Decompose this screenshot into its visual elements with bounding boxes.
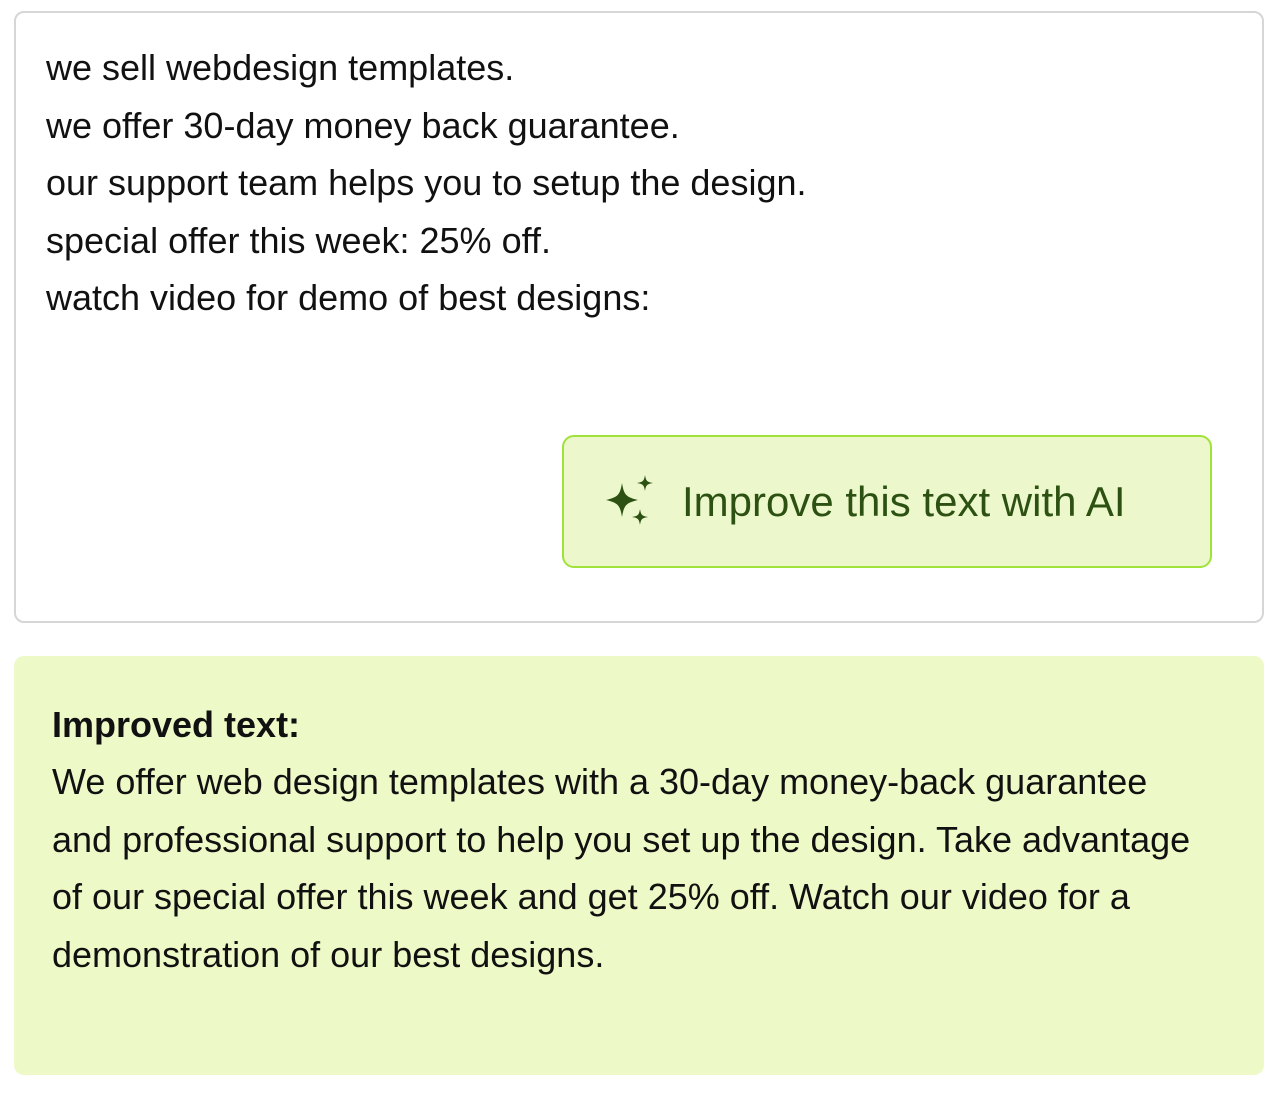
text-editor[interactable]: we sell webdesign templates. we offer 30… bbox=[14, 11, 1264, 623]
editor-line: we offer 30-day money back guarantee. bbox=[46, 104, 680, 146]
improved-text-body: We offer web design templates with a 30-… bbox=[52, 761, 1191, 975]
improved-text-panel: Improved text: We offer web design templ… bbox=[14, 656, 1264, 1075]
editor-line: our support team helps you to setup the … bbox=[46, 162, 807, 203]
editor-line: special offer this week: 25% off. bbox=[46, 219, 551, 261]
editor-line: watch video for demo of best designs: bbox=[46, 277, 651, 318]
editor-text-content[interactable]: we sell webdesign templates. we offer 30… bbox=[46, 39, 806, 327]
sparkle-icon bbox=[606, 474, 653, 525]
improve-with-ai-button[interactable]: Improve this text with AI bbox=[562, 435, 1212, 568]
editor-line: we sell webdesign templates. bbox=[46, 47, 515, 88]
improve-button-label: Improve this text with AI bbox=[682, 477, 1126, 525]
improved-text-heading: Improved text: bbox=[52, 704, 301, 745]
